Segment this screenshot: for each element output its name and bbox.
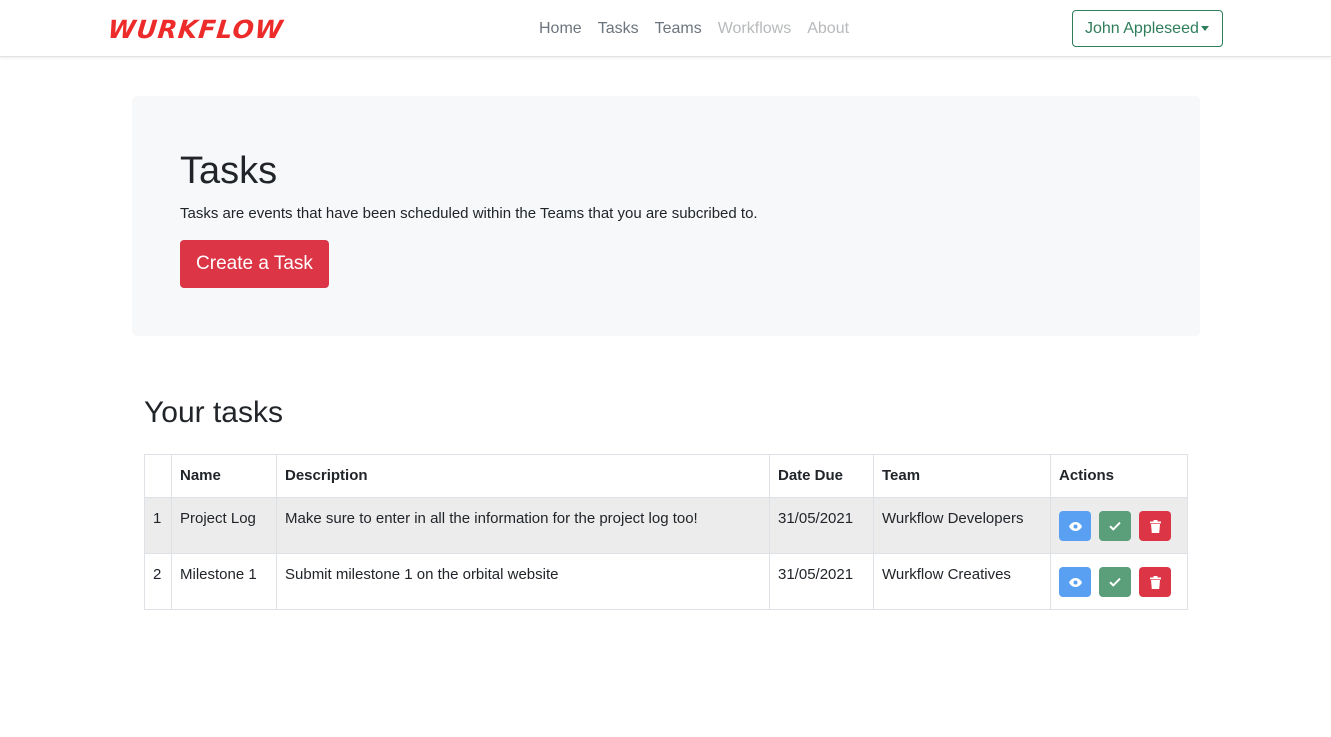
check-icon [1109,521,1121,531]
page-title: Tasks [180,150,278,192]
nav-teams[interactable]: Teams [655,18,702,39]
eye-icon [1068,577,1082,587]
task-description: Make sure to enter in all the informatio… [276,497,770,554]
table-row: 2 Milestone 1 Submit milestone 1 on the … [144,553,1188,610]
column-header-index [144,454,172,498]
nav-tasks[interactable]: Tasks [598,18,639,39]
check-icon [1109,577,1121,587]
delete-task-button[interactable] [1139,511,1171,541]
nav-about[interactable]: About [807,18,849,39]
column-header-actions: Actions [1050,454,1188,498]
task-team: Wurkflow Creatives [873,553,1051,610]
task-team: Wurkflow Developers [873,497,1051,554]
task-name: Milestone 1 [171,553,277,610]
view-task-button[interactable] [1059,567,1091,597]
nav-home[interactable]: Home [539,18,582,39]
trash-icon [1149,519,1161,533]
eye-icon [1068,521,1082,531]
task-actions [1050,553,1188,610]
row-index: 1 [144,497,172,554]
caret-down-icon [1201,26,1209,31]
navbar: WURKFLOW Home Tasks Teams Workflows Abou… [0,0,1331,57]
page-description: Tasks are events that have been schedule… [180,205,758,222]
column-header-date-due: Date Due [769,454,874,498]
tasks-header-panel: Tasks Tasks are events that have been sc… [132,96,1200,336]
task-date-due: 31/05/2021 [769,553,874,610]
complete-task-button[interactable] [1099,511,1131,541]
complete-task-button[interactable] [1099,567,1131,597]
table-header-row: Name Description Date Due Team Actions [144,454,1188,498]
task-date-due: 31/05/2021 [769,497,874,554]
nav-links: Home Tasks Teams Workflows About [539,18,865,39]
column-header-team: Team [873,454,1051,498]
nav-workflows[interactable]: Workflows [718,18,792,39]
your-tasks-heading: Your tasks [144,396,283,429]
user-name: John Appleseed [1085,20,1199,37]
column-header-name: Name [171,454,277,498]
table-row: 1 Project Log Make sure to enter in all … [144,497,1188,554]
brand-logo[interactable]: WURKFLOW [106,14,286,46]
row-index: 2 [144,553,172,610]
column-header-description: Description [276,454,770,498]
tasks-table: Name Description Date Due Team Actions 1… [144,454,1188,610]
task-name: Project Log [171,497,277,554]
user-dropdown-button[interactable]: John Appleseed [1072,10,1223,47]
task-actions [1050,497,1188,554]
create-task-button[interactable]: Create a Task [180,240,329,288]
view-task-button[interactable] [1059,511,1091,541]
delete-task-button[interactable] [1139,567,1171,597]
task-description: Submit milestone 1 on the orbital websit… [276,553,770,610]
trash-icon [1149,575,1161,589]
